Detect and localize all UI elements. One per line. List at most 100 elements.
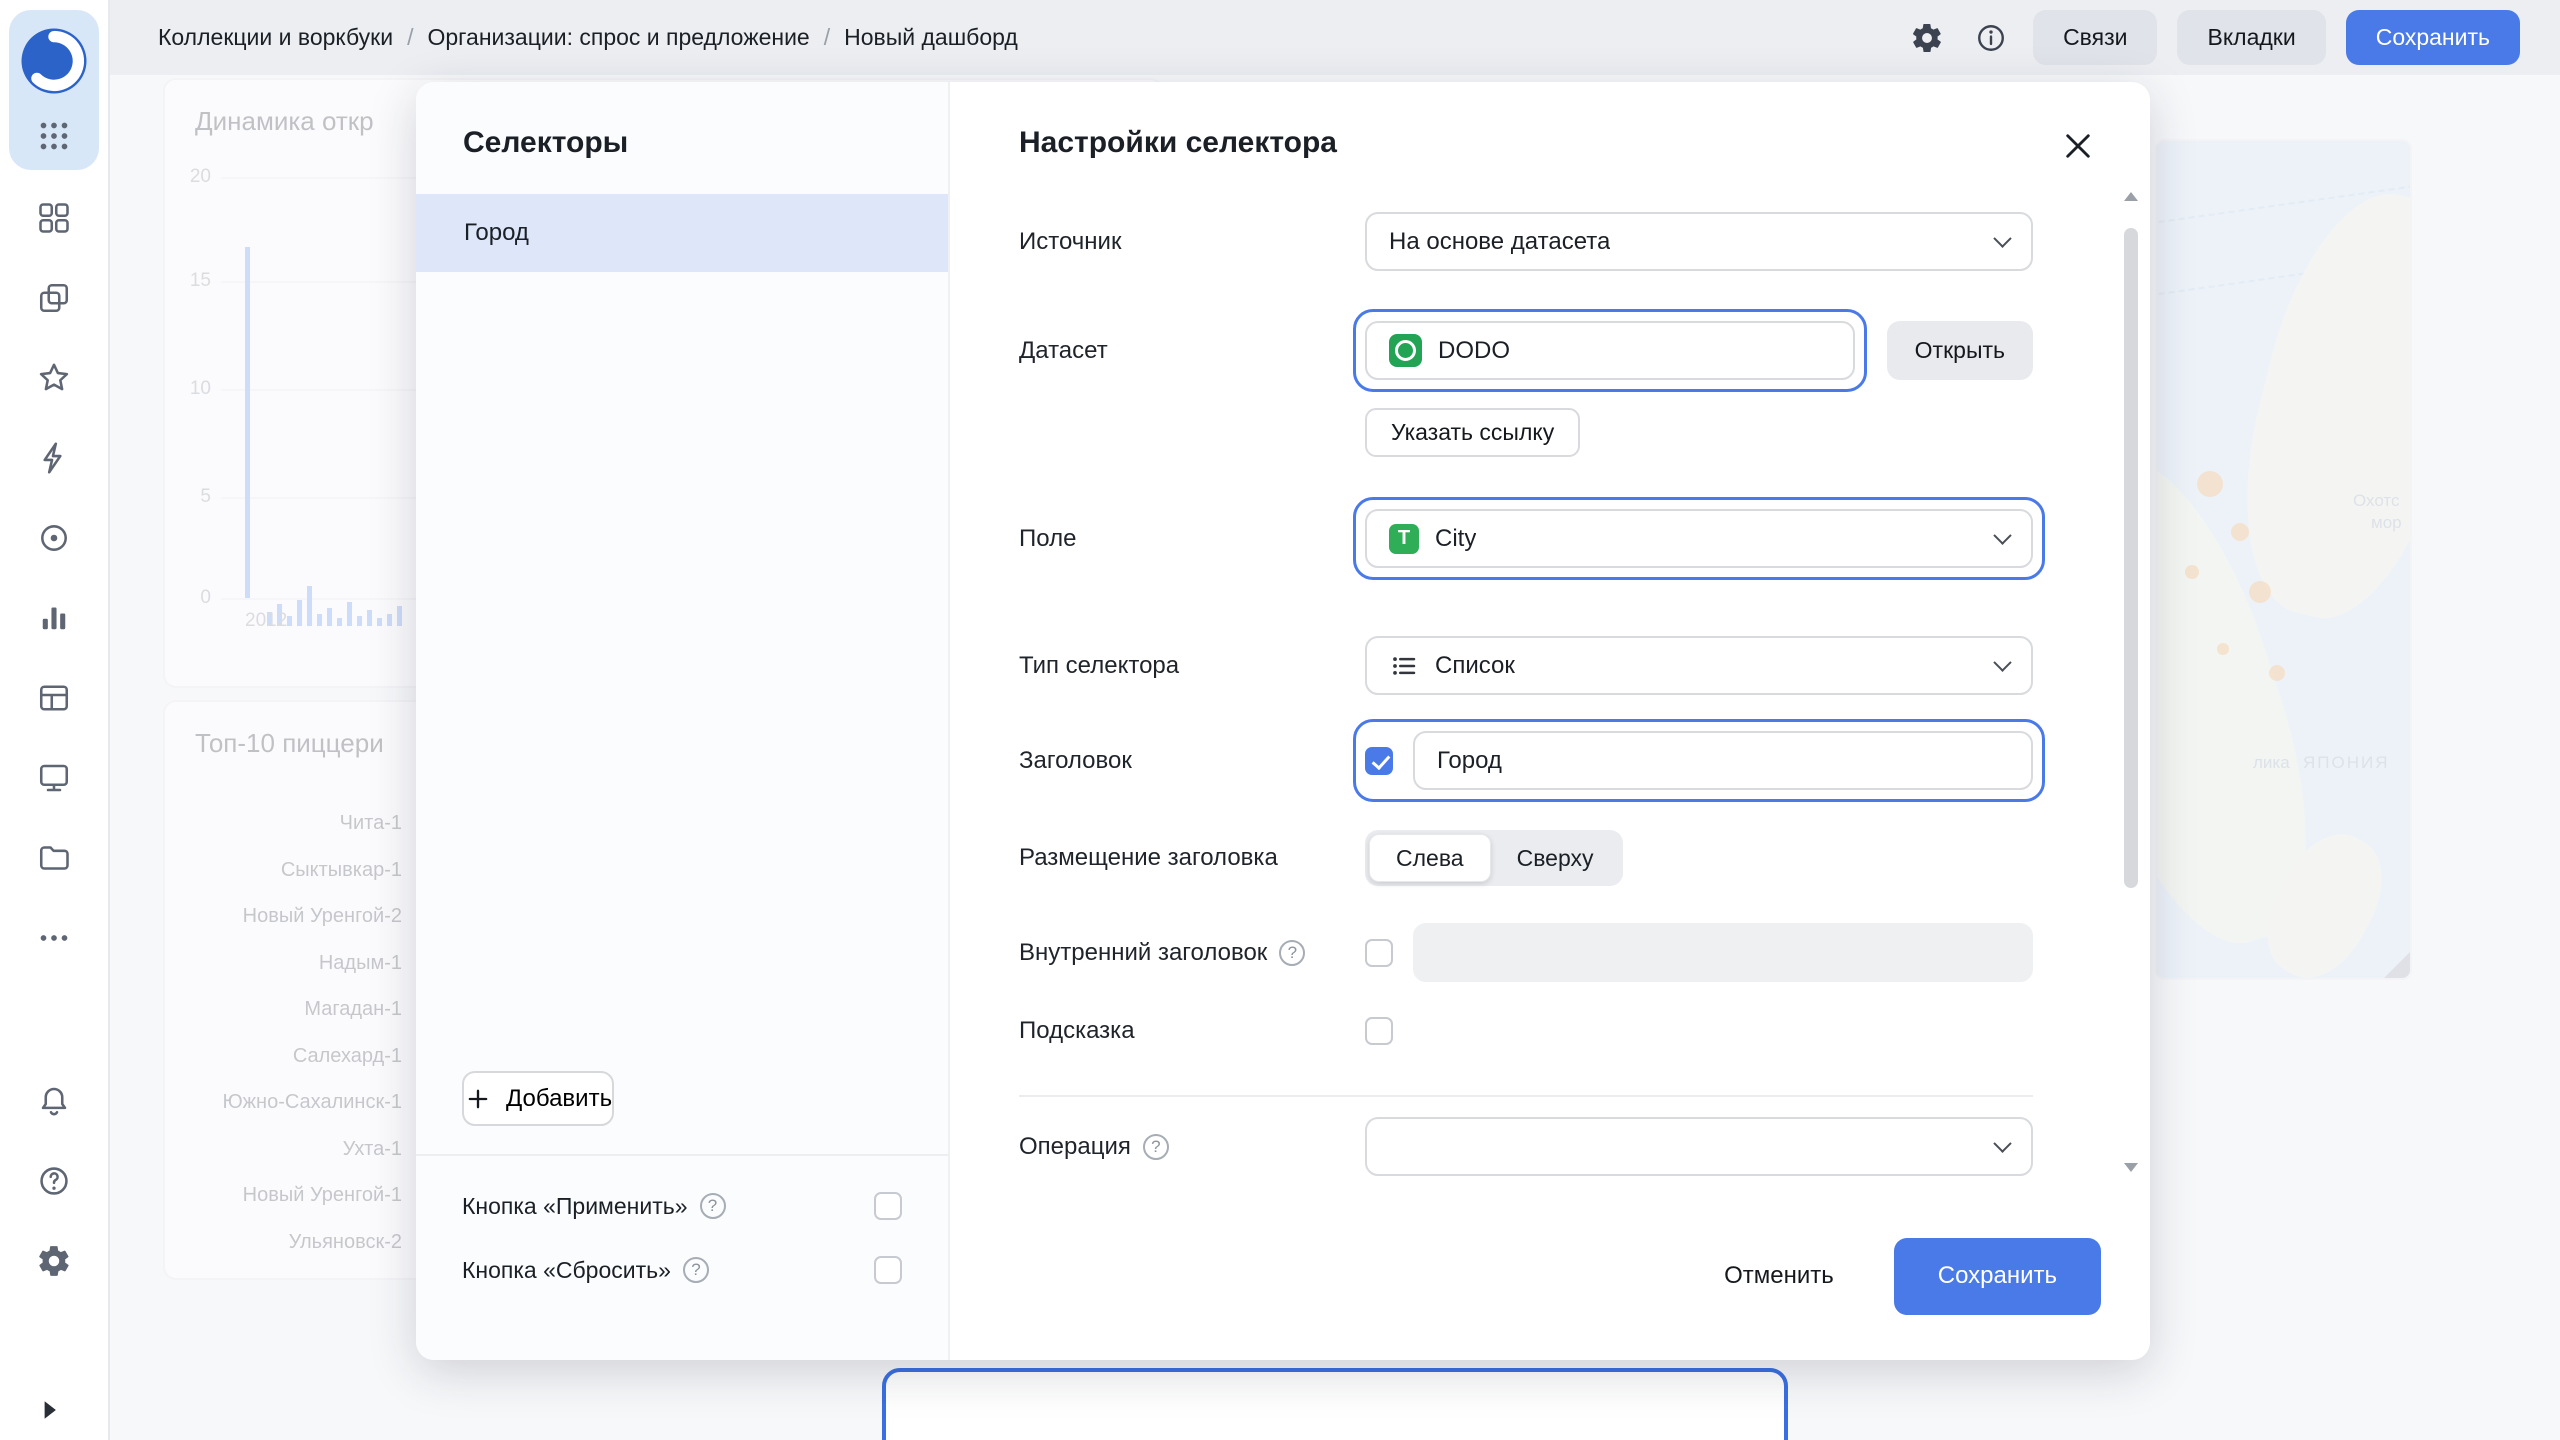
- star-icon[interactable]: [32, 360, 76, 396]
- close-icon[interactable]: [2056, 124, 2100, 168]
- add-selector-button[interactable]: Добавить: [462, 1071, 614, 1126]
- divider: [416, 1154, 948, 1156]
- dataset-icon: [1389, 334, 1422, 367]
- title-checkbox[interactable]: [1365, 747, 1393, 775]
- header-save-button[interactable]: Сохранить: [2346, 10, 2520, 65]
- copy-icon[interactable]: [32, 280, 76, 316]
- inner-title-row: Внутренний заголовок: [1019, 923, 2033, 982]
- selector-list-item-gorod[interactable]: Город: [416, 194, 948, 272]
- gear-icon[interactable]: [32, 1243, 76, 1279]
- field-label: Поле: [1019, 525, 1365, 553]
- monitor-icon[interactable]: [32, 760, 76, 796]
- operation-label: Операция: [1019, 1133, 1365, 1161]
- circle-dot-icon[interactable]: [32, 520, 76, 556]
- breadcrumb: Коллекции и воркбуки / Организации: спро…: [158, 24, 1018, 51]
- inner-title-label: Внутренний заголовок: [1019, 939, 1365, 967]
- breadcrumb-workbook[interactable]: Организации: спрос и предложение: [427, 24, 809, 51]
- help-icon[interactable]: [1143, 1134, 1169, 1160]
- chevron-down-icon: [1993, 653, 2011, 671]
- help-icon[interactable]: [700, 1193, 726, 1219]
- selector-settings-dialog: Селекторы Город Добавить Кнопка «Примени…: [416, 82, 2150, 1360]
- dataset-link-row: Указать ссылку: [1019, 408, 2033, 457]
- links-button[interactable]: Связи: [2033, 10, 2157, 65]
- selector-type-value: Список: [1435, 652, 1515, 680]
- placement-segmented-control: Слева Сверху: [1365, 830, 1623, 886]
- add-selector-label: Добавить: [506, 1085, 612, 1113]
- open-dataset-button[interactable]: Открыть: [1887, 321, 2033, 380]
- help-icon[interactable]: [683, 1257, 709, 1283]
- cancel-button[interactable]: Отменить: [1688, 1238, 1870, 1315]
- bar-chart-icon[interactable]: [32, 600, 76, 636]
- collapse-arrow-icon[interactable]: [34, 1395, 64, 1430]
- scrollbar-thumb[interactable]: [2124, 228, 2138, 888]
- operation-row: Операция: [1019, 1117, 2033, 1176]
- specify-link-button[interactable]: Указать ссылку: [1365, 408, 1580, 457]
- apply-button-label: Кнопка «Применить»: [462, 1193, 688, 1220]
- chevron-down-icon: [1993, 1134, 2011, 1152]
- breadcrumb-separator: /: [407, 24, 413, 51]
- help-icon[interactable]: [1279, 940, 1305, 966]
- reset-button-checkbox[interactable]: [874, 1256, 902, 1284]
- save-selector-button[interactable]: Сохранить: [1894, 1238, 2101, 1315]
- dataset-row: Датасет DODO Открыть: [1019, 321, 2033, 380]
- settings-scrollbar[interactable]: [2123, 192, 2139, 1172]
- selector-type-row: Тип селектора Список: [1019, 636, 2033, 695]
- title-input[interactable]: Город: [1413, 731, 2033, 790]
- selectors-panel-bottom: Добавить Кнопка «Применить» Кнопка «Сбро…: [416, 1071, 948, 1360]
- dataset-field[interactable]: DODO: [1365, 321, 1855, 380]
- breadcrumb-collections[interactable]: Коллекции и воркбуки: [158, 24, 393, 51]
- folder-icon[interactable]: [32, 840, 76, 876]
- bell-icon[interactable]: [32, 1083, 76, 1119]
- selector-type-label: Тип селектора: [1019, 652, 1365, 680]
- reset-button-row: Кнопка «Сбросить»: [416, 1256, 948, 1284]
- placement-left-option[interactable]: Слева: [1369, 834, 1491, 882]
- title-row: Заголовок Город: [1019, 731, 2033, 790]
- sidebar-app-area: [9, 10, 99, 170]
- source-label: Источник: [1019, 228, 1365, 256]
- chevron-down-icon: [1993, 526, 2011, 544]
- breadcrumb-current: Новый дашборд: [844, 24, 1018, 51]
- title-value: Город: [1437, 747, 1502, 775]
- list-icon: [1389, 651, 1419, 681]
- apply-button-row: Кнопка «Применить»: [416, 1192, 948, 1220]
- inner-title-checkbox[interactable]: [1365, 939, 1393, 967]
- sidebar-nav: [0, 200, 108, 956]
- apply-button-checkbox[interactable]: [874, 1192, 902, 1220]
- sidebar-bottom-nav: [0, 1083, 108, 1279]
- string-type-icon: T: [1389, 524, 1419, 554]
- field-value: City: [1435, 525, 1476, 553]
- title-highlight: Город: [1353, 719, 2045, 802]
- settings-gear-icon[interactable]: [1905, 16, 1949, 60]
- hint-label: Подсказка: [1019, 1017, 1365, 1045]
- selectors-panel-title: Селекторы: [416, 82, 948, 160]
- table-grid-icon[interactable]: [32, 680, 76, 716]
- selector-item-label: Город: [464, 219, 529, 247]
- field-select[interactable]: T City: [1365, 509, 2033, 568]
- tabs-button[interactable]: Вкладки: [2177, 10, 2325, 65]
- operation-select[interactable]: [1365, 1117, 2033, 1176]
- field-row: Поле T City: [1019, 509, 2033, 568]
- dataset-label: Датасет: [1019, 337, 1365, 365]
- apps-grid-icon[interactable]: [32, 118, 76, 154]
- scroll-up-arrow[interactable]: [2124, 192, 2138, 201]
- squares-icon[interactable]: [32, 200, 76, 236]
- app-logo-icon[interactable]: [15, 22, 93, 100]
- lightning-icon[interactable]: [32, 440, 76, 476]
- placement-top-option[interactable]: Сверху: [1491, 834, 1620, 882]
- selectors-panel: Селекторы Город Добавить Кнопка «Примени…: [416, 82, 950, 1360]
- ellipsis-icon[interactable]: [32, 920, 76, 956]
- info-icon[interactable]: [1969, 16, 2013, 60]
- source-value: На основе датасета: [1389, 228, 1610, 256]
- question-icon[interactable]: [32, 1163, 76, 1199]
- divider: [1019, 1095, 2033, 1097]
- source-select[interactable]: На основе датасета: [1365, 212, 2033, 271]
- header: Коллекции и воркбуки / Организации: спро…: [110, 0, 2560, 75]
- selector-type-select[interactable]: Список: [1365, 636, 2033, 695]
- scroll-down-arrow[interactable]: [2124, 1163, 2138, 1172]
- source-row: Источник На основе датасета: [1019, 212, 2033, 271]
- header-actions: Связи Вкладки Сохранить: [1905, 10, 2520, 65]
- hint-checkbox[interactable]: [1365, 1017, 1393, 1045]
- placement-row: Размещение заголовка Слева Сверху: [1019, 830, 2033, 886]
- settings-panel: Настройки селектора Источник На основе д…: [950, 82, 2150, 1360]
- selectors-list: Город: [416, 194, 948, 272]
